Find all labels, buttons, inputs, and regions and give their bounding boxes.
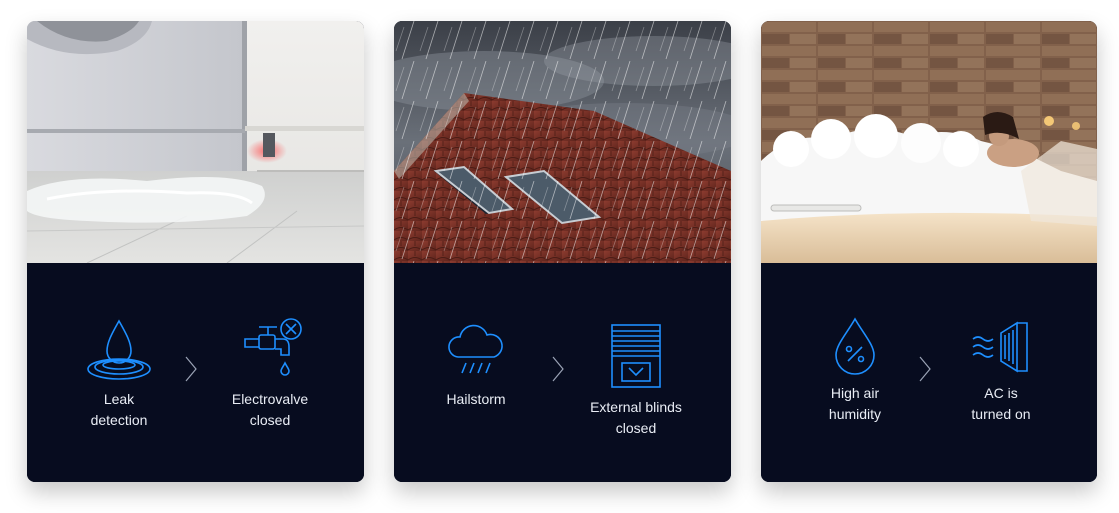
automation-card-leak: Leak detection Electrovalve closed xyxy=(27,21,364,482)
trigger-step: High air humidity xyxy=(790,315,920,425)
trigger-step: Leak detection xyxy=(54,315,184,431)
card-photo-rain-roof xyxy=(394,21,731,263)
chevron-right-icon xyxy=(552,356,564,382)
trigger-label: Leak detection xyxy=(90,391,148,428)
water-drop-ripple-icon xyxy=(87,319,151,380)
trigger-step: Hailstorm xyxy=(411,315,541,410)
chevron-right-icon xyxy=(185,356,197,382)
card-info-panel: High air humidity AC is turned on xyxy=(761,263,1097,482)
faucet-closed-icon xyxy=(244,318,302,376)
automation-card-hailstorm: Hailstorm External blinds closed xyxy=(394,21,731,482)
action-label: Electrovalve closed xyxy=(231,391,309,428)
action-label: External blinds closed xyxy=(590,399,682,436)
cloud-rain-icon xyxy=(448,324,503,374)
trigger-label: Hailstorm xyxy=(446,391,506,407)
trigger-label: High air humidity xyxy=(828,385,882,422)
action-step: AC is turned on xyxy=(936,315,1066,425)
window-blinds-down-icon xyxy=(611,324,661,388)
card-photo-washing-machine xyxy=(27,21,364,263)
action-step: External blinds closed xyxy=(571,315,701,439)
card-info-panel: Hailstorm External blinds closed xyxy=(394,263,731,482)
card-info-panel: Leak detection Electrovalve closed xyxy=(27,263,364,482)
chevron-right-icon xyxy=(919,356,931,382)
ac-airflow-icon xyxy=(972,321,1028,373)
action-step: Electrovalve closed xyxy=(205,315,335,431)
automation-card-humidity: High air humidity AC is turned on xyxy=(761,21,1097,482)
action-label: AC is turned on xyxy=(971,385,1031,422)
humidity-drop-percent-icon xyxy=(835,317,875,375)
card-photo-bubble-bath xyxy=(761,21,1097,263)
